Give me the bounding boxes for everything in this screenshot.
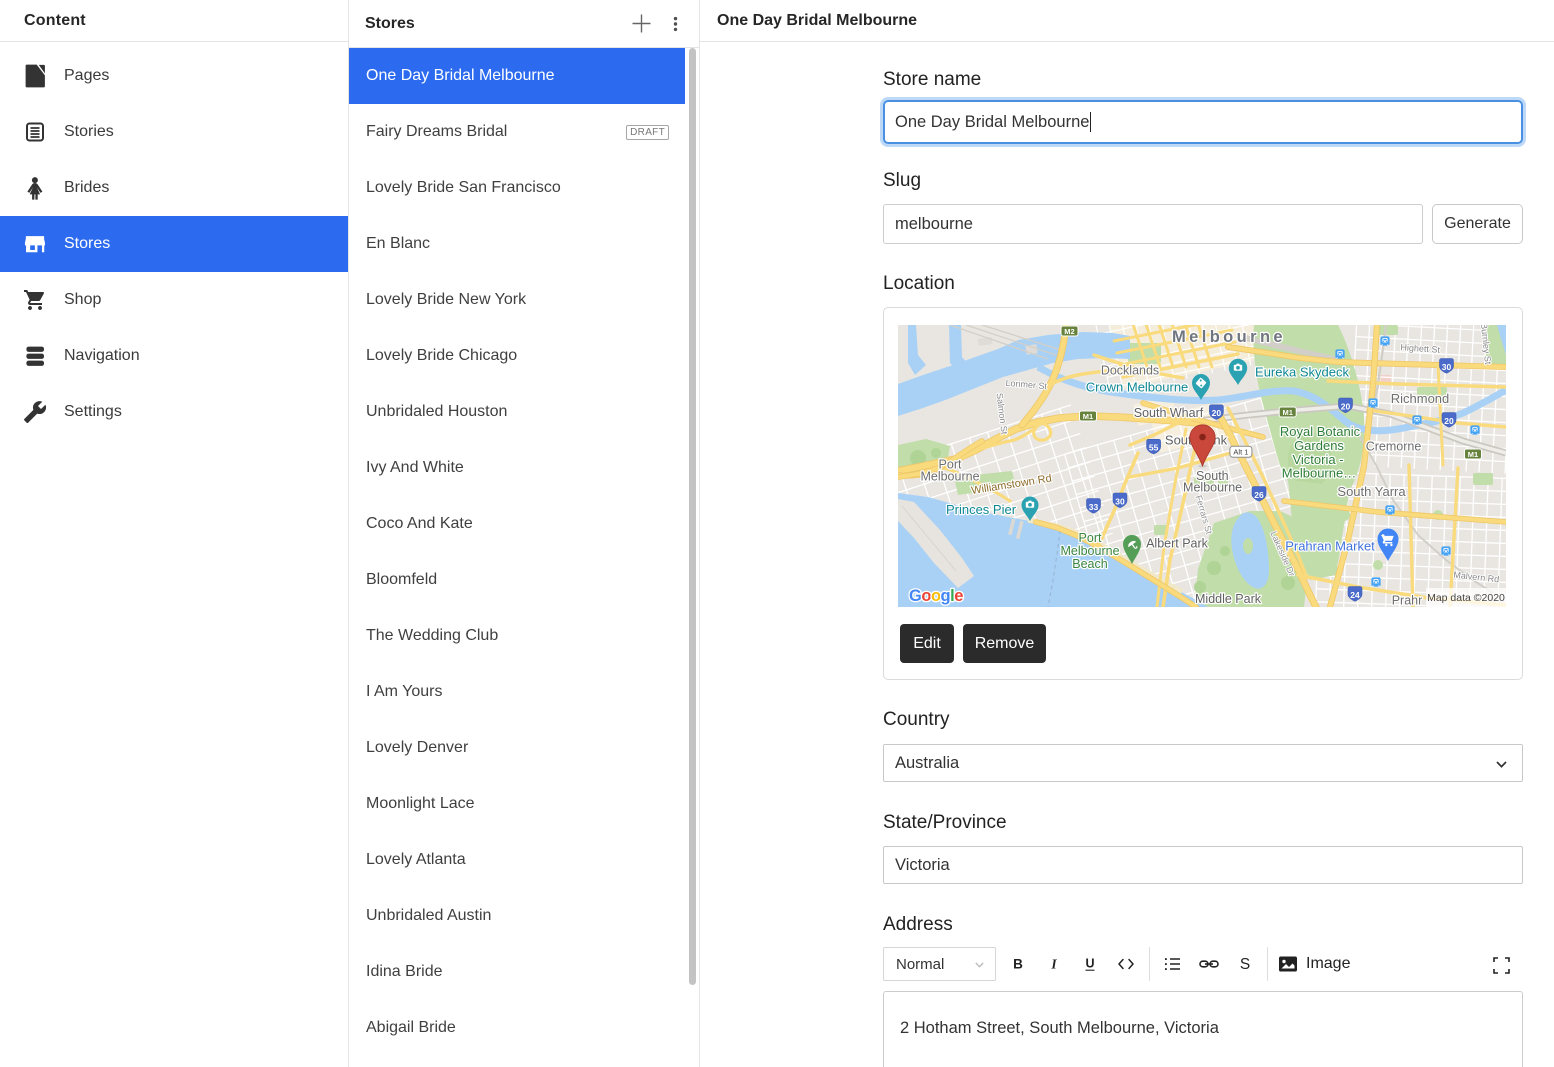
svg-text:24: 24 xyxy=(1350,590,1360,600)
svg-text:Prahr: Prahr xyxy=(1392,594,1423,608)
svg-text:55: 55 xyxy=(1149,443,1159,453)
svg-text:30: 30 xyxy=(1115,496,1125,506)
svg-text:Richmond: Richmond xyxy=(1391,391,1450,406)
svg-text:Gardens: Gardens xyxy=(1294,438,1344,453)
svg-text:S: S xyxy=(1240,956,1250,973)
svg-text:Eureka Skydeck: Eureka Skydeck xyxy=(1255,365,1349,380)
svg-text:Port: Port xyxy=(1079,531,1102,545)
svg-text:Melbourne: Melbourne xyxy=(1172,328,1286,346)
svg-text:Princes Pier: Princes Pier xyxy=(946,502,1017,517)
svg-text:20: 20 xyxy=(1444,416,1454,426)
svg-text:Cremorne: Cremorne xyxy=(1366,439,1422,453)
svg-text:Melbourne…: Melbourne… xyxy=(1282,466,1356,481)
svg-text:Alt 1: Alt 1 xyxy=(1233,448,1248,457)
svg-text:B: B xyxy=(1013,957,1023,972)
svg-text:M2: M2 xyxy=(1064,327,1074,336)
svg-text:South Wharf: South Wharf xyxy=(1134,406,1204,420)
svg-text:U: U xyxy=(1085,957,1094,971)
svg-text:20: 20 xyxy=(1212,408,1222,418)
svg-text:Melbourne: Melbourne xyxy=(1060,544,1119,558)
svg-text:Beach: Beach xyxy=(1072,557,1107,571)
svg-text:Crown Melbourne: Crown Melbourne xyxy=(1086,380,1189,395)
svg-text:33: 33 xyxy=(1089,502,1099,512)
svg-text:M1: M1 xyxy=(1083,412,1093,421)
svg-text:Melbourne: Melbourne xyxy=(920,469,979,483)
svg-text:M1: M1 xyxy=(1282,408,1292,417)
svg-text:Melbourne: Melbourne xyxy=(1183,481,1242,495)
svg-text:Google: Google xyxy=(909,587,963,605)
svg-text:30: 30 xyxy=(1442,362,1452,372)
svg-text:Map data ©2020: Map data ©2020 xyxy=(1427,592,1505,604)
svg-text:Prahran Market: Prahran Market xyxy=(1285,538,1375,553)
svg-text:I: I xyxy=(1050,957,1057,972)
svg-text:M1: M1 xyxy=(1468,450,1478,459)
svg-text:20: 20 xyxy=(1341,401,1351,411)
svg-text:South Yarra: South Yarra xyxy=(1337,484,1406,499)
svg-text:Albert Park: Albert Park xyxy=(1146,536,1209,550)
svg-text:Docklands: Docklands xyxy=(1101,364,1159,378)
svg-text:Middle Park: Middle Park xyxy=(1195,592,1262,606)
svg-text:26: 26 xyxy=(1254,490,1264,500)
svg-text:Royal Botanic: Royal Botanic xyxy=(1280,424,1361,439)
